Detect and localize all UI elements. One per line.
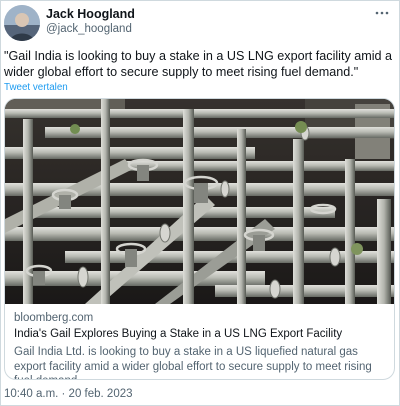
avatar-photo-icon [4, 5, 40, 41]
card-domain: bloomberg.com [14, 312, 94, 324]
card-title: India's Gail Explores Buying a Stake in … [14, 328, 343, 340]
author-handle[interactable]: @jack_hoogland [46, 23, 132, 35]
industrial-pipes-image [5, 99, 394, 304]
tweet-container: Jack Hoogland @jack_hoogland "Gail India… [0, 0, 400, 406]
tweet-text: "Gail India is looking to buy a stake in… [4, 49, 393, 79]
author-avatar[interactable] [4, 5, 40, 41]
card-description: Gail India Ltd. is looking to buy a stak… [14, 346, 372, 379]
tweet-timestamp[interactable]: 10:40 a.m. · 20 feb. 2023 [4, 388, 133, 400]
card-image[interactable] [5, 99, 394, 304]
link-preview-card[interactable]: bloomberg.com India's Gail Explores Buyi… [4, 98, 395, 380]
translate-tweet-link[interactable]: Tweet vertalen [4, 82, 68, 93]
more-options-button[interactable] [373, 6, 391, 20]
more-options-icon [375, 11, 389, 15]
author-display-name[interactable]: Jack Hoogland [46, 7, 135, 21]
